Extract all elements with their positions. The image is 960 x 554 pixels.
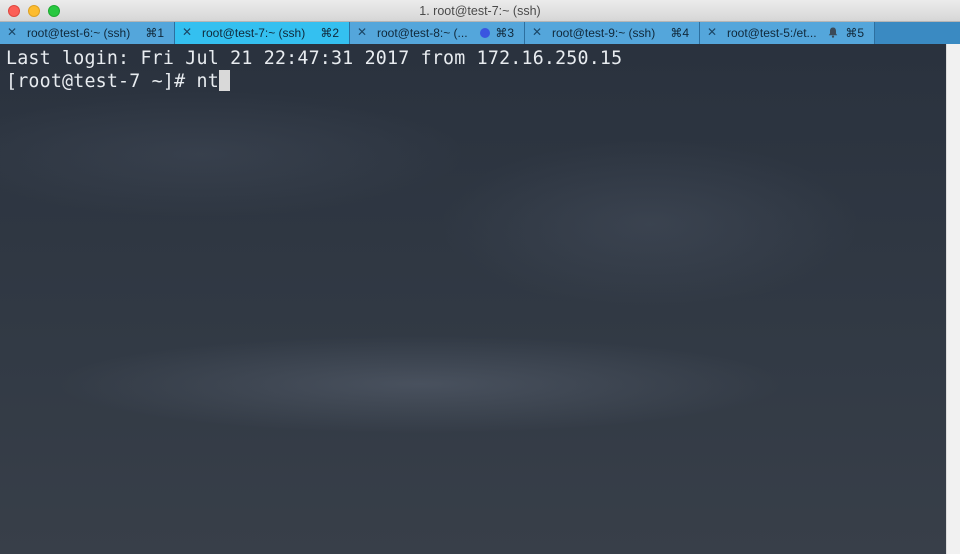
tab-shortcut: ⌘4 <box>670 26 689 40</box>
tab-bar: ✕ root@test-6:~ (ssh) ⌘1 ✕ root@test-7:~… <box>0 22 960 44</box>
prompt-text: [root@test-7 ~]# nt <box>6 71 219 92</box>
tab-label: root@test-7:~ (ssh) <box>202 26 306 40</box>
terminal-output[interactable]: Last login: Fri Jul 21 22:47:31 2017 fro… <box>0 44 946 554</box>
tab-1[interactable]: ✕ root@test-6:~ (ssh) ⌘1 <box>0 22 175 44</box>
tab-shortcut: ⌘2 <box>320 26 339 40</box>
tab-3[interactable]: ✕ root@test-8:~ (... ⌘3 <box>350 22 525 44</box>
tab-2[interactable]: ✕ root@test-7:~ (ssh) ⌘2 <box>175 22 350 44</box>
close-icon[interactable]: ✕ <box>357 25 367 39</box>
tab-label: root@test-5:/et... <box>727 26 817 40</box>
terminal-line-prompt: [root@test-7 ~]# nt <box>6 70 230 92</box>
title-bar: 1. root@test-7:~ (ssh) <box>0 0 960 22</box>
window-title: 1. root@test-7:~ (ssh) <box>419 4 541 18</box>
tab-label: root@test-6:~ (ssh) <box>27 26 131 40</box>
activity-dot-icon <box>480 28 490 38</box>
tab-bar-empty-area[interactable] <box>875 22 960 44</box>
tab-label: root@test-9:~ (ssh) <box>552 26 656 40</box>
scrollbar[interactable] <box>946 44 960 554</box>
close-icon[interactable]: ✕ <box>532 25 542 39</box>
terminal-line-last-login: Last login: Fri Jul 21 22:47:31 2017 fro… <box>6 48 623 69</box>
tab-4[interactable]: ✕ root@test-9:~ (ssh) ⌘4 <box>525 22 700 44</box>
text-cursor <box>218 70 230 91</box>
tab-label: root@test-8:~ (... <box>377 26 468 40</box>
tab-5[interactable]: ✕ root@test-5:/et... ⌘5 <box>700 22 875 44</box>
tab-shortcut: ⌘5 <box>845 26 864 40</box>
tab-shortcut: ⌘3 <box>495 26 514 40</box>
bell-icon <box>828 27 838 38</box>
close-icon[interactable]: ✕ <box>707 25 717 39</box>
close-icon[interactable]: ✕ <box>182 25 192 39</box>
close-icon[interactable]: ✕ <box>7 25 17 39</box>
tab-shortcut: ⌘1 <box>145 26 164 40</box>
